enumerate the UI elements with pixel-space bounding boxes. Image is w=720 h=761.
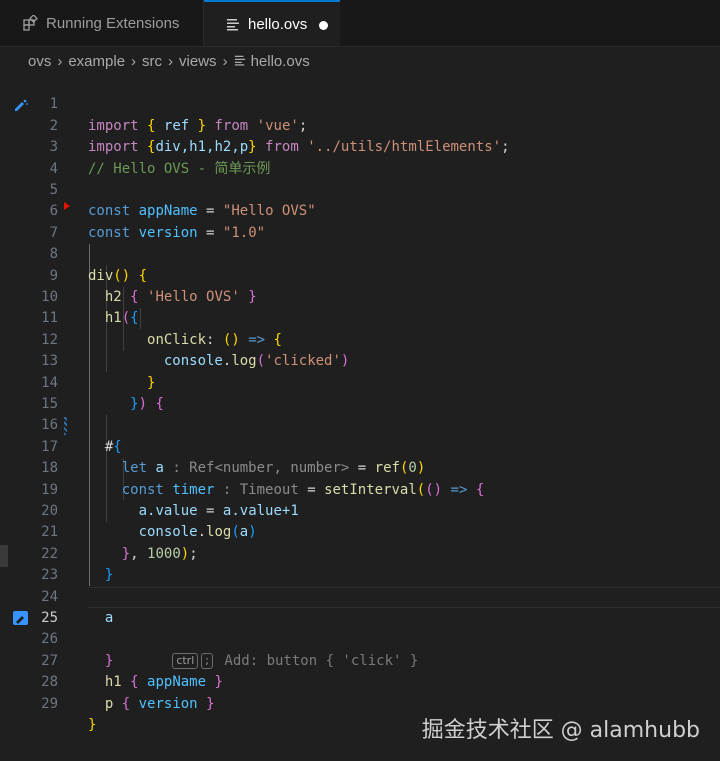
chevron-right-icon: › (168, 52, 174, 70)
code-line: 13 } (0, 330, 720, 390)
code-line: 14 }) { (0, 351, 720, 412)
code-line: 24 a (0, 565, 720, 626)
breadcrumb-item[interactable]: src (142, 53, 162, 70)
chevron-right-icon: › (222, 52, 228, 70)
code-line: 18 const timer : Timeout = setInterval((… (0, 437, 720, 497)
code-line: 5 const appName = "Hello OVS" (0, 159, 720, 219)
code-line: 9 h2 { 'Hello OVS' } (0, 244, 720, 305)
code-line: 21 }, 1000); (0, 501, 720, 561)
code-line: 26 } ctrl; Add: button { 'click' } (0, 608, 720, 669)
tab-label: hello.ovs (248, 15, 308, 33)
code-line: 20 console.log(a) (0, 480, 720, 540)
code-line: 28 p { version } (0, 651, 720, 711)
code-line: 19 a.value = a.value+1 (0, 458, 720, 519)
code-line: 7 (0, 201, 720, 241)
scroll-position-marker[interactable] (0, 545, 8, 567)
line-number: 29 (41, 695, 58, 712)
code-line: 23 (0, 544, 720, 583)
breadcrumb-item[interactable]: ovs (28, 53, 51, 70)
code-line: 10 h1({ (0, 266, 720, 326)
breadcrumb-item[interactable]: example (68, 53, 125, 70)
code-line: 29 } (0, 672, 720, 733)
tab-label: Running Extensions (46, 14, 180, 32)
breadcrumb-item[interactable]: views (179, 53, 217, 70)
code-line: 4 (0, 137, 720, 177)
code-line: 15 (0, 373, 720, 412)
unsaved-dot-icon[interactable] (319, 21, 328, 30)
file-lines-icon (224, 15, 242, 33)
code-line: 12 console.log('clicked') (0, 308, 720, 369)
code-line: 1 import { ref } from 'vue'; (0, 73, 720, 133)
breadcrumb: ovs › example › src › views › hello.ovs (0, 47, 720, 75)
identifier: version (138, 695, 198, 712)
tab-hello-ovs[interactable]: hello.ovs (204, 0, 340, 46)
code-line: 27 h1 { appName } (0, 629, 720, 690)
code-line: 3 // Hello OVS - 简单示例 (0, 116, 720, 176)
code-editor[interactable]: 1 import { ref } from 'vue'; 2 import {d… (0, 73, 720, 733)
code-line: 8 div() { (0, 223, 720, 283)
code-line: 22 } (0, 522, 720, 583)
file-lines-icon (234, 53, 246, 70)
brace: } (88, 717, 97, 733)
code-line: 16 #{ (0, 394, 720, 454)
brace: } (206, 695, 215, 712)
chevron-right-icon: › (131, 52, 137, 70)
code-line: 11 onClick: () => { (0, 287, 720, 347)
code-line: 6 const version = "1.0" (0, 180, 720, 240)
code-line-current: 25 (0, 587, 720, 626)
extensions-icon (22, 14, 40, 32)
chevron-right-icon: › (57, 52, 63, 70)
function-name: p (104, 695, 114, 712)
brace: { (121, 695, 131, 712)
code-line: 17 let a : Ref<number, number> = ref(0) (0, 415, 720, 476)
breadcrumb-item[interactable]: hello.ovs (251, 53, 310, 70)
watermark: 掘金技术社区 @ alamhubb (421, 718, 700, 743)
code-line: 2 import {div,h1,h2,p} from '../utils/ht… (0, 94, 720, 155)
tab-bar: Running Extensions hello.ovs (0, 0, 720, 47)
tab-running-extensions[interactable]: Running Extensions (0, 0, 204, 46)
